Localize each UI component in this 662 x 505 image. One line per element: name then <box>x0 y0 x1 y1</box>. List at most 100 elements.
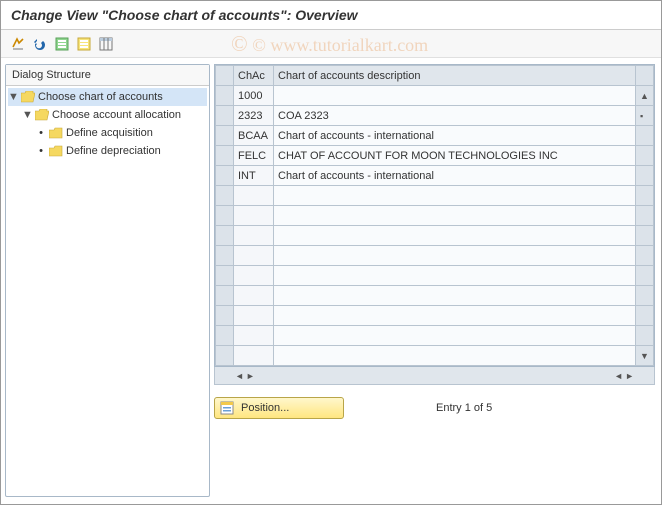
cell-chac[interactable] <box>234 326 274 346</box>
cell-chac[interactable]: BCAA <box>234 126 274 146</box>
undo-icon[interactable] <box>31 35 49 53</box>
row-header[interactable] <box>216 226 234 246</box>
table-row[interactable] <box>216 286 654 306</box>
cell-desc[interactable] <box>274 306 636 326</box>
scroll-cell[interactable]: ▪ <box>636 106 654 126</box>
scroll-right-icon[interactable]: ► <box>246 371 255 381</box>
cell-desc[interactable] <box>274 206 636 226</box>
row-header[interactable] <box>216 146 234 166</box>
row-header[interactable] <box>216 106 234 126</box>
scroll-cell[interactable]: ▼ <box>636 346 654 366</box>
cell-desc[interactable] <box>274 86 636 106</box>
table-row[interactable] <box>216 306 654 326</box>
table-row[interactable] <box>216 226 654 246</box>
tree-toggle-icon[interactable]: ▼ <box>22 109 32 121</box>
cell-desc[interactable] <box>274 326 636 346</box>
col-chac-header[interactable]: ChAc <box>234 66 274 86</box>
scroll-left-end-icon[interactable]: ◄ <box>614 371 623 381</box>
page-title: Change View "Choose chart of accounts": … <box>1 1 661 30</box>
row-header[interactable] <box>216 86 234 106</box>
row-header[interactable] <box>216 346 234 366</box>
table-row[interactable] <box>216 326 654 346</box>
table-settings-icon[interactable] <box>97 35 115 53</box>
cell-chac[interactable] <box>234 226 274 246</box>
table-row[interactable] <box>216 186 654 206</box>
row-header[interactable] <box>216 266 234 286</box>
table-row[interactable]: ▼ <box>216 346 654 366</box>
cell-desc[interactable]: Chart of accounts - international <box>274 126 636 146</box>
select-all-icon[interactable] <box>53 35 71 53</box>
scroll-up-icon[interactable]: ▲ <box>640 91 649 101</box>
scroll-down-icon[interactable]: ▼ <box>640 351 649 361</box>
table-row[interactable] <box>216 246 654 266</box>
corner-cell[interactable] <box>216 66 234 86</box>
deselect-all-icon[interactable] <box>75 35 93 53</box>
table-row[interactable] <box>216 266 654 286</box>
row-header[interactable] <box>216 126 234 146</box>
cell-chac[interactable] <box>234 286 274 306</box>
scroll-cell <box>636 226 654 246</box>
cell-desc[interactable]: CHAT OF ACCOUNT FOR MOON TECHNOLOGIES IN… <box>274 146 636 166</box>
table-row[interactable]: FELCCHAT OF ACCOUNT FOR MOON TECHNOLOGIE… <box>216 146 654 166</box>
col-desc-header[interactable]: Chart of accounts description <box>274 66 636 86</box>
cell-desc[interactable] <box>274 346 636 366</box>
horizontal-scrollbar[interactable]: ◄ ► ◄ ► <box>214 367 655 385</box>
cell-chac[interactable] <box>234 246 274 266</box>
cell-chac[interactable] <box>234 266 274 286</box>
row-header[interactable] <box>216 186 234 206</box>
folder-icon <box>48 144 64 158</box>
tree-toggle-icon[interactable]: ▼ <box>8 91 18 103</box>
cell-desc[interactable]: Chart of accounts - international <box>274 166 636 186</box>
tree-item-choose-account[interactable]: ▼ Choose account allocation <box>8 106 207 124</box>
folder-icon <box>48 126 64 140</box>
position-button[interactable]: Position... <box>214 397 344 419</box>
table-row[interactable]: 1000 ▲ <box>216 86 654 106</box>
scroll-right-end-icon[interactable]: ► <box>625 371 634 381</box>
cell-desc[interactable] <box>274 286 636 306</box>
position-label: Position... <box>241 402 289 414</box>
cell-desc[interactable] <box>274 186 636 206</box>
scroll-left-icon[interactable]: ◄ <box>235 371 244 381</box>
table-row[interactable]: INTChart of accounts - international <box>216 166 654 186</box>
table-row[interactable]: 2323COA 2323 ▪ <box>216 106 654 126</box>
row-header[interactable] <box>216 166 234 186</box>
cell-chac[interactable] <box>234 306 274 326</box>
tree-item-choose-chart[interactable]: ▼ Choose chart of accounts <box>8 88 207 106</box>
position-icon <box>219 400 235 416</box>
footer: Position... Entry 1 of 5 <box>214 397 655 419</box>
tree-label: Define depreciation <box>66 145 161 157</box>
table-row[interactable] <box>216 206 654 226</box>
bullet-icon: • <box>36 145 46 157</box>
row-header[interactable] <box>216 326 234 346</box>
scroll-cell <box>636 286 654 306</box>
scroll-cell <box>636 326 654 346</box>
accounts-table: ChAc Chart of accounts description 1000 ▲… <box>215 65 654 366</box>
scroll-thumb[interactable]: ▪ <box>640 111 643 121</box>
cell-chac[interactable]: 2323 <box>234 106 274 126</box>
row-header[interactable] <box>216 246 234 266</box>
cell-chac[interactable]: INT <box>234 166 274 186</box>
cell-chac[interactable]: 1000 <box>234 86 274 106</box>
entry-count-label: Entry 1 of 5 <box>436 402 492 414</box>
scroll-cell[interactable]: ▲ <box>636 86 654 106</box>
row-header[interactable] <box>216 286 234 306</box>
row-header[interactable] <box>216 206 234 226</box>
tree-label: Choose chart of accounts <box>38 91 163 103</box>
tree-label: Choose account allocation <box>52 109 181 121</box>
scroll-cell <box>636 306 654 326</box>
row-header[interactable] <box>216 306 234 326</box>
scroll-cell <box>636 166 654 186</box>
tree-item-define-depreciation[interactable]: • Define depreciation <box>8 142 207 160</box>
cell-chac[interactable] <box>234 206 274 226</box>
tree-item-define-acquisition[interactable]: • Define acquisition <box>8 124 207 142</box>
cell-chac[interactable]: FELC <box>234 146 274 166</box>
cell-desc[interactable] <box>274 226 636 246</box>
cell-desc[interactable]: COA 2323 <box>274 106 636 126</box>
cell-chac[interactable] <box>234 346 274 366</box>
cell-desc[interactable] <box>274 246 636 266</box>
table-row[interactable]: BCAAChart of accounts - international <box>216 126 654 146</box>
toolbar <box>1 30 661 58</box>
cell-chac[interactable] <box>234 186 274 206</box>
toggle-display-icon[interactable] <box>9 35 27 53</box>
cell-desc[interactable] <box>274 266 636 286</box>
